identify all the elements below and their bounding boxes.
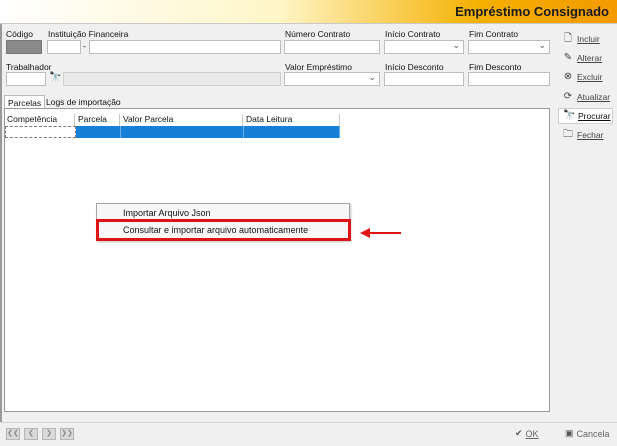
alterar-label: Alterar xyxy=(577,53,603,63)
trabalhador-code-input[interactable] xyxy=(6,72,46,86)
atualizar-label: Atualizar xyxy=(577,92,611,102)
binoculars-icon[interactable]: 🔭 xyxy=(49,72,61,83)
instituicao-separator: - xyxy=(83,41,86,51)
chevron-down-icon: ⌄ xyxy=(538,40,546,50)
close-folder-icon: 🗀 xyxy=(563,129,573,140)
excluir-label: Excluir xyxy=(577,72,603,82)
parcelas-grid[interactable] xyxy=(4,108,550,412)
delete-icon: ⊗ xyxy=(563,71,573,82)
inicio-desconto-label: Início Desconto xyxy=(385,62,444,72)
fim-contrato-select[interactable]: ⌄ xyxy=(468,40,550,54)
column-header-parcela[interactable]: Parcela xyxy=(76,114,120,126)
instituicao-label: Instituição Financeira xyxy=(48,29,129,39)
valor-emprestimo-select[interactable]: ⌄ xyxy=(284,72,380,86)
table-cell-valor-parcela[interactable] xyxy=(121,126,244,138)
atualizar-button[interactable]: ⟳ Atualizar xyxy=(558,89,613,105)
window-header: Empréstimo Consignado xyxy=(0,0,617,24)
inicio-contrato-label: Início Contrato xyxy=(385,29,441,39)
valor-emprestimo-label: Valor Empréstimo xyxy=(285,62,352,72)
column-header-competencia[interactable]: Competência xyxy=(5,114,75,126)
first-record-icon[interactable]: ❮❮ xyxy=(6,428,20,440)
procurar-label: Procurar xyxy=(578,111,611,121)
cancel-button[interactable]: ▣ Cancela xyxy=(565,428,610,439)
inicio-desconto-input[interactable] xyxy=(384,72,464,86)
column-header-valor-parcela[interactable]: Valor Parcela xyxy=(121,114,243,126)
window-title: Empréstimo Consignado xyxy=(455,4,609,19)
codigo-input[interactable] xyxy=(6,40,42,54)
last-record-icon[interactable]: ❯❯ xyxy=(60,428,74,440)
column-header-data-leitura[interactable]: Data Leitura xyxy=(244,114,340,126)
previous-record-icon[interactable]: ❮ xyxy=(24,428,38,440)
numero-contrato-label: Número Contrato xyxy=(285,29,351,39)
binoculars-icon: 🔭 xyxy=(563,110,576,121)
refresh-icon: ⟳ xyxy=(563,91,573,102)
new-document-icon: 🗋 xyxy=(563,33,573,44)
left-frame-border xyxy=(0,24,2,422)
numero-contrato-input[interactable] xyxy=(284,40,380,54)
table-cell-parcela[interactable] xyxy=(76,126,121,138)
pencil-icon: ✎ xyxy=(563,52,573,63)
instituicao-code-input[interactable] xyxy=(47,40,81,54)
red-highlight-box xyxy=(96,219,351,241)
trabalhador-label: Trabalhador xyxy=(6,62,52,72)
chevron-down-icon: ⌄ xyxy=(368,72,376,82)
ok-button[interactable]: ✔ OK xyxy=(515,428,539,439)
fim-desconto-input[interactable] xyxy=(468,72,550,86)
chevron-down-icon: ⌄ xyxy=(452,40,460,50)
incluir-button[interactable]: 🗋 Incluir xyxy=(558,31,613,47)
instituicao-name-input[interactable] xyxy=(89,40,281,54)
tab-logs-importacao[interactable]: Logs de importação xyxy=(43,95,124,109)
codigo-label: Código xyxy=(6,29,33,39)
checkmark-icon: ✔ xyxy=(515,428,523,438)
fechar-button[interactable]: 🗀 Fechar xyxy=(558,127,613,143)
red-arrow-line xyxy=(367,232,401,234)
cancel-icon: ▣ xyxy=(565,428,574,438)
fim-contrato-label: Fim Contrato xyxy=(469,29,519,39)
alterar-button[interactable]: ✎ Alterar xyxy=(558,50,613,66)
cancel-label: Cancela xyxy=(576,428,610,439)
incluir-label: Incluir xyxy=(577,34,600,44)
excluir-button[interactable]: ⊗ Excluir xyxy=(558,69,613,85)
trabalhador-name-input xyxy=(63,72,281,86)
table-cell-data-leitura[interactable] xyxy=(244,126,340,138)
fechar-label: Fechar xyxy=(577,130,604,140)
procurar-button[interactable]: 🔭 Procurar xyxy=(558,108,613,124)
next-record-icon[interactable]: ❯ xyxy=(42,428,56,440)
fim-desconto-label: Fim Desconto xyxy=(469,62,522,72)
table-cell-competencia[interactable] xyxy=(5,126,76,138)
red-arrow-head-icon xyxy=(360,228,370,238)
inicio-contrato-select[interactable]: ⌄ xyxy=(384,40,464,54)
ok-label: OK xyxy=(525,428,539,439)
